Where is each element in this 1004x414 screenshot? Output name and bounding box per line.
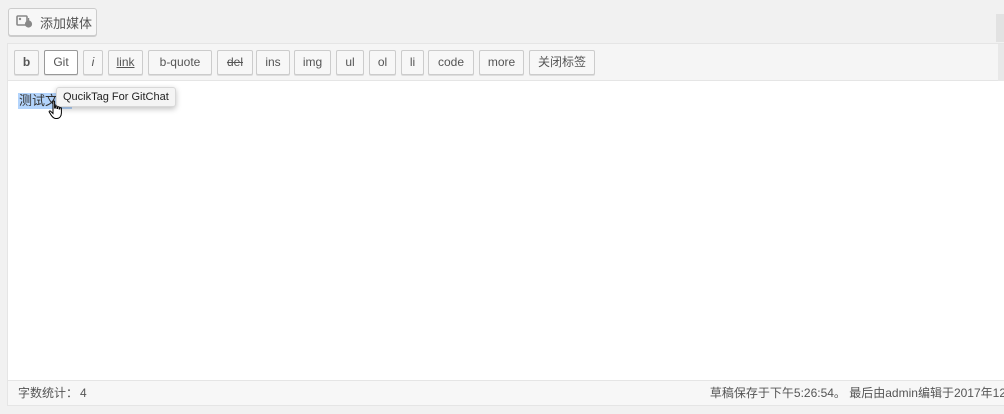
qt-ul-button[interactable]: ul (336, 50, 364, 75)
qt-img-button[interactable]: img (294, 50, 331, 75)
qt-li-button[interactable]: li (401, 50, 424, 75)
word-count-value: 4 (80, 386, 87, 400)
word-count-label: 字数统计： (18, 386, 79, 400)
content-textarea[interactable]: 测试文字 QucikTag For GitChat (8, 81, 1004, 381)
status-bar: 字数统计： 4 草稿保存于下午5:26:54。 最后由admin编辑于2017年1… (8, 380, 1004, 405)
media-bar: 添加媒体 (0, 0, 1004, 43)
hand-pointer-icon (48, 100, 64, 120)
qt-more-button[interactable]: more (479, 50, 524, 75)
add-media-button[interactable]: 添加媒体 (8, 8, 97, 36)
qt-ol-button[interactable]: ol (369, 50, 396, 75)
qt-close-tags-button[interactable]: 关闭标签 (529, 50, 595, 75)
qt-git-button[interactable]: Git (44, 50, 78, 75)
qt-del-button[interactable]: del (217, 50, 253, 75)
text-editor: b Git i link b-quote del ins img ul ol l… (7, 43, 1004, 406)
draft-save-status: 草稿保存于下午5:26:54。 最后由admin编辑于2017年12 (709, 386, 1004, 400)
media-library-icon (16, 14, 34, 30)
word-count: 字数统计： 4 (18, 381, 87, 405)
qt-italic-button[interactable]: i (83, 50, 103, 75)
qt-blockquote-button[interactable]: b-quote (148, 50, 212, 75)
button-tooltip: QucikTag For GitChat (56, 87, 176, 107)
add-media-label: 添加媒体 (40, 15, 93, 31)
toolbar-scrollbar[interactable] (998, 44, 1004, 81)
outer-scrollbar[interactable] (996, 14, 1004, 42)
quicktags-toolbar: b Git i link b-quote del ins img ul ol l… (8, 44, 1004, 81)
qt-link-button[interactable]: link (108, 50, 143, 75)
qt-code-button[interactable]: code (428, 50, 474, 75)
qt-bold-button[interactable]: b (14, 50, 39, 75)
qt-ins-button[interactable]: ins (256, 50, 290, 75)
